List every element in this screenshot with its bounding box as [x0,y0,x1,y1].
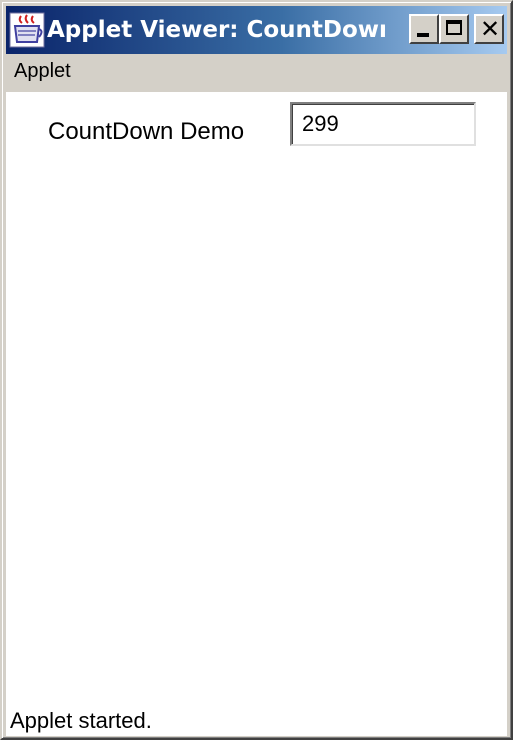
window-title: Applet Viewer: CountDownDe... [47,17,385,43]
applet-viewer-window: Applet Viewer: CountDownDe... ✕ Applet C… [0,0,513,740]
minimize-icon [417,33,429,37]
status-bar: Applet started. [6,704,507,736]
minimize-button[interactable] [409,14,439,44]
menu-bar: Applet [6,54,507,92]
maximize-icon [446,20,462,35]
countdown-demo-label: CountDown Demo [48,118,245,145]
maximize-button[interactable] [439,14,469,44]
title-bar[interactable]: Applet Viewer: CountDownDe... ✕ [6,6,507,54]
close-icon: ✕ [479,15,501,43]
countdown-text-field[interactable]: 299 [290,102,476,146]
window-controls: ✕ [409,14,504,44]
applet-content-area: CountDown Demo 299 [6,92,507,704]
menu-applet[interactable]: Applet [14,60,71,83]
java-coffee-cup-icon [9,12,45,48]
close-button[interactable]: ✕ [474,14,504,44]
status-text: Applet started. [10,708,152,733]
